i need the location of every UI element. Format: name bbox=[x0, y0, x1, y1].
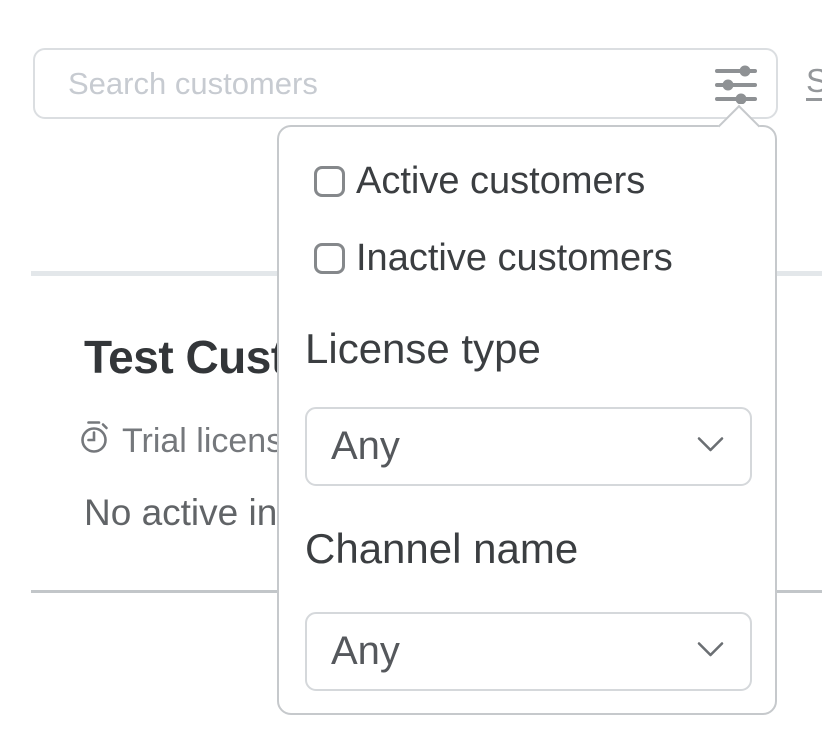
sliders-icon bbox=[714, 62, 758, 107]
checkbox-row-inactive[interactable]: Inactive customers bbox=[314, 237, 673, 280]
channel-name-value: Any bbox=[331, 629, 400, 674]
chevron-down-icon bbox=[697, 641, 724, 663]
customers-page: Test Cust Trial licens No active in bbox=[0, 0, 822, 756]
chevron-down-icon bbox=[697, 436, 724, 458]
license-type-value: Any bbox=[331, 424, 400, 469]
filter-popover: Active customers Inactive customers Lice… bbox=[277, 125, 777, 715]
customer-license-row: Trial licens bbox=[80, 420, 283, 463]
customer-license-text: Trial licens bbox=[122, 422, 283, 461]
checkbox-label: Inactive customers bbox=[356, 237, 673, 280]
inactive-customers-checkbox[interactable] bbox=[314, 243, 345, 274]
channel-name-label: Channel name bbox=[305, 525, 578, 573]
checkbox-label: Active customers bbox=[356, 160, 645, 203]
active-customers-checkbox[interactable] bbox=[314, 166, 345, 197]
search-input[interactable] bbox=[33, 48, 778, 119]
channel-name-select[interactable]: Any bbox=[305, 612, 752, 691]
checkbox-row-active[interactable]: Active customers bbox=[314, 160, 645, 203]
truncated-right-link[interactable]: S bbox=[806, 62, 822, 100]
filter-button[interactable] bbox=[704, 56, 768, 112]
license-type-label: License type bbox=[305, 325, 541, 373]
stopwatch-icon bbox=[80, 420, 110, 463]
customer-name-heading: Test Cust bbox=[84, 330, 286, 384]
license-type-select[interactable]: Any bbox=[305, 407, 752, 486]
customer-status-text: No active in bbox=[84, 492, 277, 534]
